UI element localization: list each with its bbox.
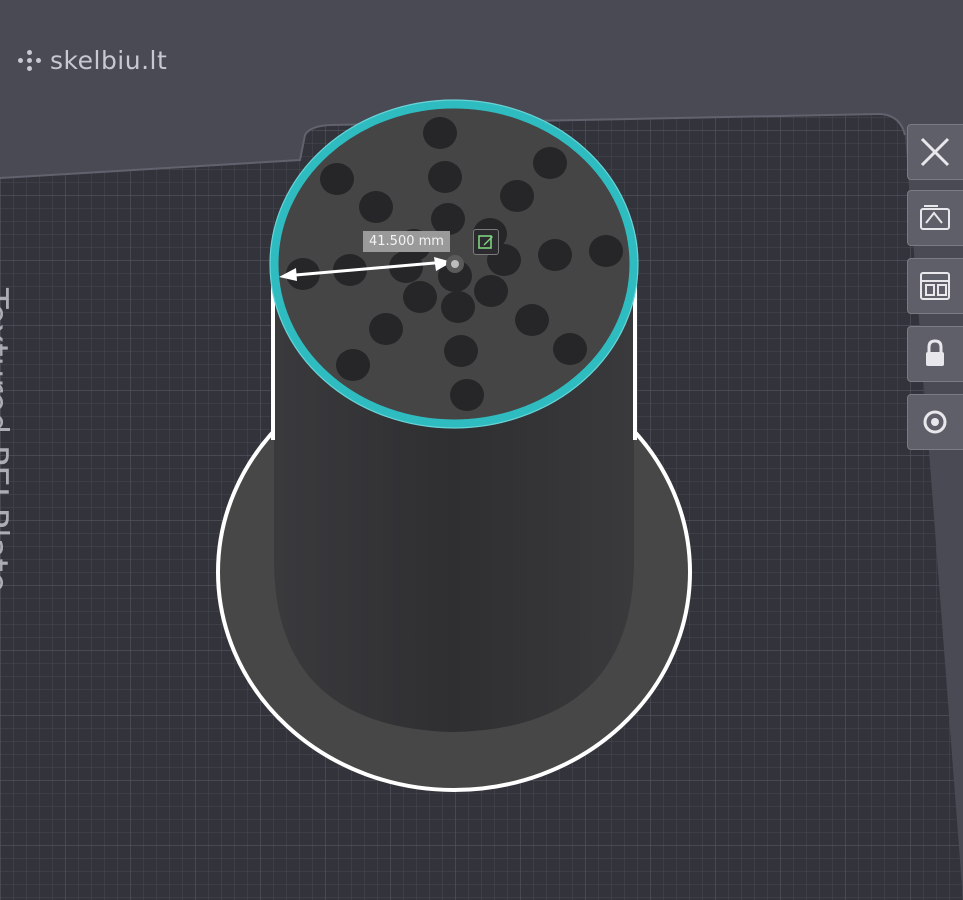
arrange-button[interactable] <box>907 258 963 314</box>
lock-icon <box>926 339 944 366</box>
drainage-hole <box>500 180 534 212</box>
dots-logo-icon <box>18 50 42 71</box>
drainage-hole <box>441 291 475 323</box>
drainage-hole <box>538 239 572 271</box>
plate-label: Textured PEI Plate <box>0 288 15 593</box>
auto-orient-button[interactable] <box>907 190 963 246</box>
3d-viewport[interactable] <box>0 0 963 900</box>
watermark-text: skelbiu.lt <box>50 46 168 75</box>
measurement-value: 41.500 mm <box>363 231 450 252</box>
drainage-hole <box>450 379 484 411</box>
drainage-hole <box>320 163 354 195</box>
drainage-hole <box>589 235 623 267</box>
drainage-hole <box>428 161 462 193</box>
drainage-hole <box>336 349 370 381</box>
close-icon <box>920 137 950 167</box>
drainage-hole <box>423 117 457 149</box>
auto-orient-icon <box>920 205 950 230</box>
drainage-hole <box>533 147 567 179</box>
edit-pencil-icon <box>478 235 493 249</box>
drainage-hole <box>474 275 508 307</box>
lock-button[interactable] <box>907 326 963 382</box>
watermark: skelbiu.lt <box>18 46 167 75</box>
drainage-hole <box>359 191 393 223</box>
drainage-hole <box>369 313 403 345</box>
edit-measurement-button[interactable] <box>473 229 499 255</box>
drainage-hole <box>515 304 549 336</box>
drainage-hole <box>444 335 478 367</box>
drainage-hole <box>403 281 437 313</box>
close-button[interactable] <box>907 124 963 180</box>
settings-icon <box>923 410 947 434</box>
arrange-icon <box>920 272 950 300</box>
drainage-hole <box>553 333 587 365</box>
settings-button[interactable] <box>907 394 963 450</box>
